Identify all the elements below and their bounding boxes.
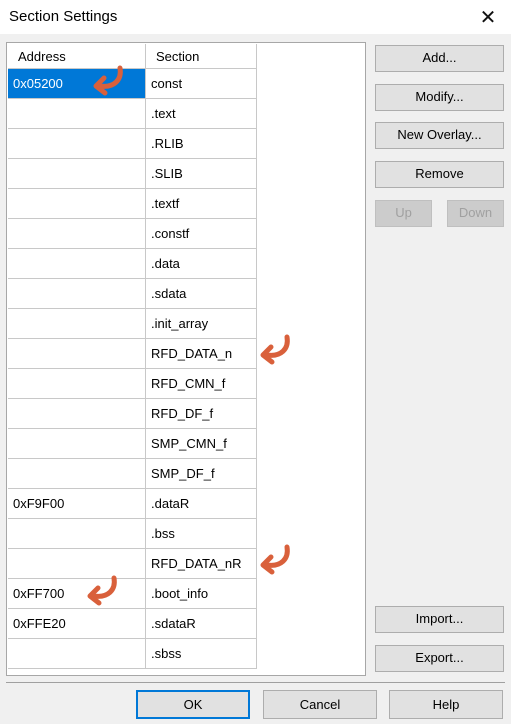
section-cell[interactable]: .sdataR — [146, 609, 257, 639]
address-cell[interactable]: 0xFFE20 — [8, 609, 146, 639]
cancel-button[interactable]: Cancel — [263, 690, 377, 719]
table-row[interactable]: 0xFF700 .boot_info — [8, 579, 257, 609]
section-cell[interactable]: .constf — [146, 219, 257, 249]
table-row[interactable]: .sbss — [8, 639, 257, 669]
table-row[interactable]: 0x05200 const — [8, 69, 257, 99]
address-cell[interactable] — [8, 99, 146, 129]
section-cell[interactable]: RFD_DATA_nR — [146, 549, 257, 579]
curved-arrow-icon — [87, 575, 117, 606]
table-row[interactable]: SMP_DF_f — [8, 459, 257, 489]
address-cell[interactable] — [8, 219, 146, 249]
curved-arrow-icon — [260, 544, 290, 575]
import-button[interactable]: Import... — [375, 606, 504, 633]
section-cell[interactable]: RFD_DF_f — [146, 399, 257, 429]
section-cell[interactable]: .text — [146, 99, 257, 129]
section-cell[interactable]: .sdata — [146, 279, 257, 309]
section-cell[interactable]: const — [146, 69, 257, 99]
table-row[interactable]: .constf — [8, 219, 257, 249]
section-cell[interactable]: .boot_info — [146, 579, 257, 609]
section-cell[interactable]: .sbss — [146, 639, 257, 669]
table-header: Address Section — [8, 44, 257, 69]
table-row[interactable]: .textf — [8, 189, 257, 219]
close-icon[interactable]: ✕ — [465, 0, 511, 34]
address-cell[interactable] — [8, 549, 146, 579]
section-cell[interactable]: .textf — [146, 189, 257, 219]
curved-arrow-icon — [93, 65, 123, 96]
address-cell[interactable] — [8, 519, 146, 549]
column-header-section[interactable]: Section — [146, 44, 257, 69]
table-row[interactable]: .text — [8, 99, 257, 129]
table-row[interactable]: .RLIB — [8, 129, 257, 159]
address-cell[interactable] — [8, 279, 146, 309]
table-row[interactable]: .SLIB — [8, 159, 257, 189]
section-cell[interactable]: .RLIB — [146, 129, 257, 159]
section-cell[interactable]: .data — [146, 249, 257, 279]
table-row[interactable]: RFD_CMN_f — [8, 369, 257, 399]
add-button[interactable]: Add... — [375, 45, 504, 72]
section-cell[interactable]: RFD_CMN_f — [146, 369, 257, 399]
help-button[interactable]: Help — [389, 690, 503, 719]
section-cell[interactable]: .SLIB — [146, 159, 257, 189]
address-cell[interactable]: 0xFF700 — [8, 579, 146, 609]
section-cell[interactable]: .bss — [146, 519, 257, 549]
section-cell[interactable]: SMP_DF_f — [146, 459, 257, 489]
table-row[interactable]: .data — [8, 249, 257, 279]
table-body: 0x05200 const .text .RLIB .SLIB .textf .constf… — [8, 69, 257, 669]
address-cell[interactable] — [8, 399, 146, 429]
new-overlay-button[interactable]: New Overlay... — [375, 122, 504, 149]
table-row[interactable]: RFD_DATA_nR — [8, 549, 257, 579]
footer-separator — [6, 682, 505, 683]
export-button[interactable]: Export... — [375, 645, 504, 672]
section-settings-dialog: Section Settings ✕ Address Section 0x052… — [0, 0, 511, 724]
table-row[interactable]: .sdata — [8, 279, 257, 309]
address-cell[interactable] — [8, 309, 146, 339]
table-row[interactable]: RFD_DF_f — [8, 399, 257, 429]
address-cell[interactable] — [8, 129, 146, 159]
address-cell[interactable]: 0xF9F00 — [8, 489, 146, 519]
modify-button[interactable]: Modify... — [375, 84, 504, 111]
table-row[interactable]: .init_array — [8, 309, 257, 339]
address-cell[interactable] — [8, 159, 146, 189]
curved-arrow-icon — [260, 334, 290, 365]
up-button[interactable]: Up — [375, 200, 432, 227]
section-cell[interactable]: .init_array — [146, 309, 257, 339]
table-row[interactable]: SMP_CMN_f — [8, 429, 257, 459]
down-button[interactable]: Down — [447, 200, 504, 227]
address-cell[interactable] — [8, 369, 146, 399]
table-row[interactable]: RFD_DATA_n — [8, 339, 257, 369]
address-cell[interactable] — [8, 639, 146, 669]
table-row[interactable]: .bss — [8, 519, 257, 549]
address-cell[interactable] — [8, 189, 146, 219]
section-table[interactable]: Address Section 0x05200 const .text .RLIB .S… — [6, 42, 366, 676]
section-cell[interactable]: RFD_DATA_n — [146, 339, 257, 369]
window-title: Section Settings — [9, 8, 118, 25]
section-cell[interactable]: .dataR — [146, 489, 257, 519]
section-cell[interactable]: SMP_CMN_f — [146, 429, 257, 459]
address-cell[interactable] — [8, 459, 146, 489]
table-row[interactable]: 0xFFE20 .sdataR — [8, 609, 257, 639]
address-cell[interactable] — [8, 429, 146, 459]
remove-button[interactable]: Remove — [375, 161, 504, 188]
title-bar: Section Settings ✕ — [0, 0, 511, 34]
ok-button[interactable]: OK — [136, 690, 250, 719]
table-row[interactable]: 0xF9F00 .dataR — [8, 489, 257, 519]
address-cell[interactable] — [8, 339, 146, 369]
address-cell[interactable] — [8, 249, 146, 279]
